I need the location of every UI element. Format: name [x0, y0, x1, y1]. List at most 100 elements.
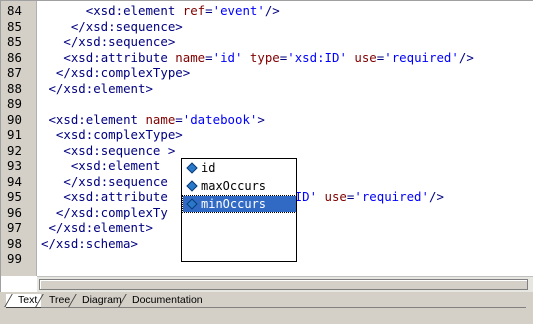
code-text: </xsd:complexType>: [41, 65, 190, 81]
scrollbar-thumb[interactable]: [39, 279, 528, 290]
code-tag: </xsd:sequence>: [63, 34, 176, 49]
code-tag: </xsd:complexType>: [55, 65, 191, 80]
code-tag: =: [175, 111, 183, 127]
line-number: 85: [7, 34, 22, 49]
code-attr: name: [175, 49, 206, 65]
code-tag: />: [428, 189, 444, 204]
code-tag: <xsd:element: [48, 111, 146, 127]
line-number: 98: [7, 235, 22, 251]
code-text: <xsd:attribute name='id' type='xsd:ID' u…: [41, 49, 474, 66]
code-line[interactable]: 86 <xsd:attribute name='id' type='xsd:ID…: [1, 50, 533, 66]
xml-attribute-icon: [186, 198, 198, 210]
code-line[interactable]: 85 </xsd:sequence>: [1, 19, 533, 35]
line-number: 88: [7, 80, 22, 96]
code-text: </xsd:element>: [41, 220, 153, 236]
line-number: 97: [7, 220, 22, 235]
code-line[interactable]: 89: [1, 96, 533, 112]
code-line[interactable]: 85 </xsd:sequence>: [1, 34, 533, 50]
code-val: 'required': [384, 49, 459, 65]
code-line[interactable]: 92 <xsd:sequence >: [1, 143, 533, 159]
code-text: <xsd:sequence >: [41, 143, 175, 159]
line-number: 91: [7, 127, 22, 142]
code-val: 'datebook': [182, 111, 258, 127]
xml-attribute-icon: [186, 162, 198, 174]
code-val: 'xsd:ID': [287, 49, 347, 65]
code-tag: [242, 50, 249, 65]
code-tag: >: [257, 111, 265, 127]
view-tabs: Text Tree Diagram Documentation: [0, 292, 533, 324]
code-text: </xsd:element>: [41, 80, 153, 97]
autocomplete-option-maxoccurs[interactable]: maxOccurs: [183, 178, 296, 194]
code-tag: <xsd:attribute: [63, 49, 176, 65]
code-text: <xsd:complexType>: [41, 127, 183, 143]
line-number: 89: [7, 96, 22, 111]
line-number: 87: [7, 65, 22, 80]
code-text: </xsd:complexTy: [41, 205, 168, 221]
autocomplete-popup[interactable]: id maxOccurs minOccurs: [181, 158, 297, 262]
line-number: 93: [7, 158, 22, 173]
code-text: </xsd:sequence>: [41, 34, 175, 50]
code-text: <xsd:element name='datebook'>: [41, 111, 265, 128]
code-attr: use: [354, 49, 377, 65]
xml-attribute-icon: [186, 180, 198, 192]
code-val: 'id': [212, 49, 243, 65]
line-number: 96: [7, 204, 22, 220]
code-tag: </xsd:complexTy: [55, 204, 168, 220]
code-attr: use: [324, 189, 347, 204]
autocomplete-option-minoccurs[interactable]: minOccurs: [182, 195, 297, 213]
code-tag: />: [458, 49, 474, 65]
code-line[interactable]: 90 <xsd:element name='datebook'>: [1, 112, 533, 128]
line-number: 84: [7, 3, 22, 18]
code-tag: <xsd:element: [70, 158, 168, 173]
code-tag: <xsd:sequence >: [63, 142, 176, 158]
code-attr: ref: [182, 3, 206, 18]
code-text: </xsd:schema>: [41, 236, 138, 252]
autocomplete-option-id[interactable]: id: [183, 160, 296, 176]
option-label: id: [201, 161, 216, 175]
option-label: minOccurs: [201, 197, 267, 211]
option-label: maxOccurs: [201, 179, 267, 193]
tab-documentation[interactable]: Documentation: [120, 294, 207, 308]
horizontal-scrollbar[interactable]: [37, 276, 533, 292]
code-tag: <xsd:complexType>: [55, 127, 183, 142]
code-attr: name: [145, 111, 176, 127]
line-number: 95: [7, 189, 22, 204]
code-tag: [317, 189, 324, 204]
code-line[interactable]: 84 <xsd:element ref='event'/>: [1, 3, 533, 19]
code-editor[interactable]: 84 <xsd:element ref='event'/> 85 </xsd:se…: [0, 0, 533, 292]
code-tag: </xsd:sequence: [63, 173, 168, 189]
code-attr: type: [249, 49, 280, 65]
code-tag: <xsd:element: [85, 3, 183, 18]
code-text: </xsd:sequence: [41, 173, 168, 190]
code-text: <xsd:element ref='event'/>: [41, 3, 280, 19]
code-tag: </xsd:sequence>: [70, 18, 183, 34]
code-line[interactable]: 87 </xsd:complexType>: [1, 65, 533, 81]
code-tag: />: [264, 3, 280, 18]
code-tag: =: [205, 3, 213, 18]
line-number: 90: [7, 111, 22, 127]
code-tag: </xsd:schema>: [41, 235, 138, 251]
line-number: 92: [7, 142, 22, 158]
code-line[interactable]: 91 <xsd:complexType>: [1, 127, 533, 143]
code-tag: <xsd:attribute: [63, 189, 168, 204]
code-tag: =: [205, 49, 213, 65]
line-number: 85: [7, 18, 22, 34]
line-number: 86: [7, 49, 22, 65]
code-tag: </xsd:element>: [48, 80, 153, 96]
line-number: 99: [7, 251, 22, 266]
code-text: </xsd:sequence>: [41, 19, 183, 35]
code-line[interactable]: 88 </xsd:element>: [1, 81, 533, 97]
line-number: 94: [7, 173, 22, 189]
code-tag: </xsd:element>: [48, 220, 153, 235]
code-val: 'required': [354, 189, 429, 204]
